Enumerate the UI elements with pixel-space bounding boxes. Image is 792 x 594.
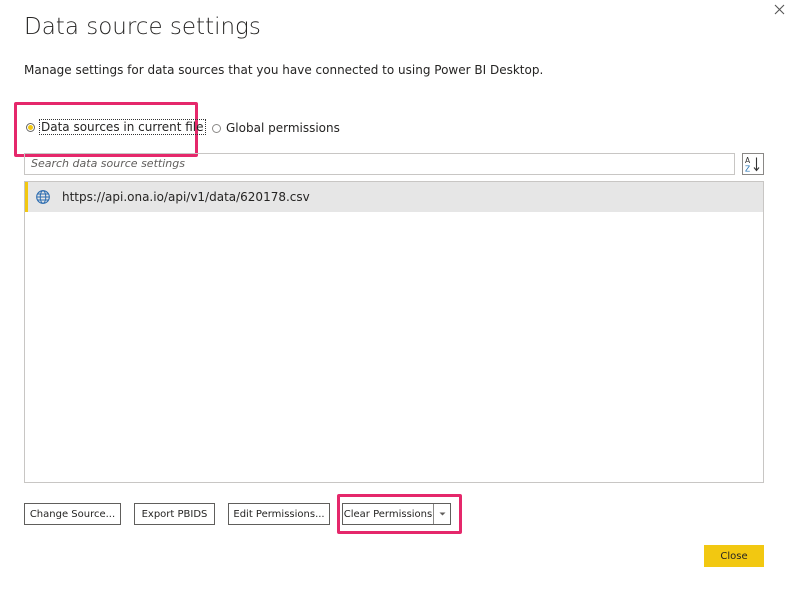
sort-button[interactable]: A Z bbox=[742, 153, 764, 175]
radio-checked-icon bbox=[26, 122, 35, 132]
export-pbids-button[interactable]: Export PBIDS bbox=[134, 503, 215, 525]
radio-global-permissions-label: Global permissions bbox=[226, 121, 340, 135]
clear-permissions-dropdown[interactable] bbox=[433, 504, 450, 524]
list-item[interactable]: https://api.ona.io/api/v1/data/620178.cs… bbox=[25, 182, 763, 212]
change-source-button[interactable]: Change Source... bbox=[24, 503, 121, 525]
close-icon bbox=[774, 4, 784, 14]
edit-permissions-button[interactable]: Edit Permissions... bbox=[228, 503, 330, 525]
clear-permissions-split-button: Clear Permissions bbox=[342, 503, 451, 525]
data-source-list: https://api.ona.io/api/v1/data/620178.cs… bbox=[24, 181, 764, 483]
clear-permissions-button[interactable]: Clear Permissions bbox=[343, 504, 433, 524]
dialog-description: Manage settings for data sources that yo… bbox=[24, 63, 544, 77]
radio-current-file-label: Data sources in current file bbox=[39, 119, 206, 135]
close-dialog-button[interactable] bbox=[770, 0, 788, 18]
close-button[interactable]: Close bbox=[704, 545, 764, 567]
chevron-down-icon bbox=[439, 512, 445, 516]
search-input[interactable]: Search data source settings bbox=[24, 153, 735, 175]
globe-icon bbox=[36, 190, 50, 204]
data-source-url: https://api.ona.io/api/v1/data/620178.cs… bbox=[62, 190, 310, 204]
svg-text:Z: Z bbox=[745, 165, 750, 174]
dialog-title: Data source settings bbox=[24, 14, 261, 40]
radio-global-permissions[interactable]: Global permissions bbox=[212, 121, 340, 135]
sort-az-icon: A Z bbox=[745, 156, 760, 174]
radio-current-file[interactable]: Data sources in current file bbox=[26, 119, 206, 135]
radio-unchecked-icon bbox=[212, 123, 221, 133]
